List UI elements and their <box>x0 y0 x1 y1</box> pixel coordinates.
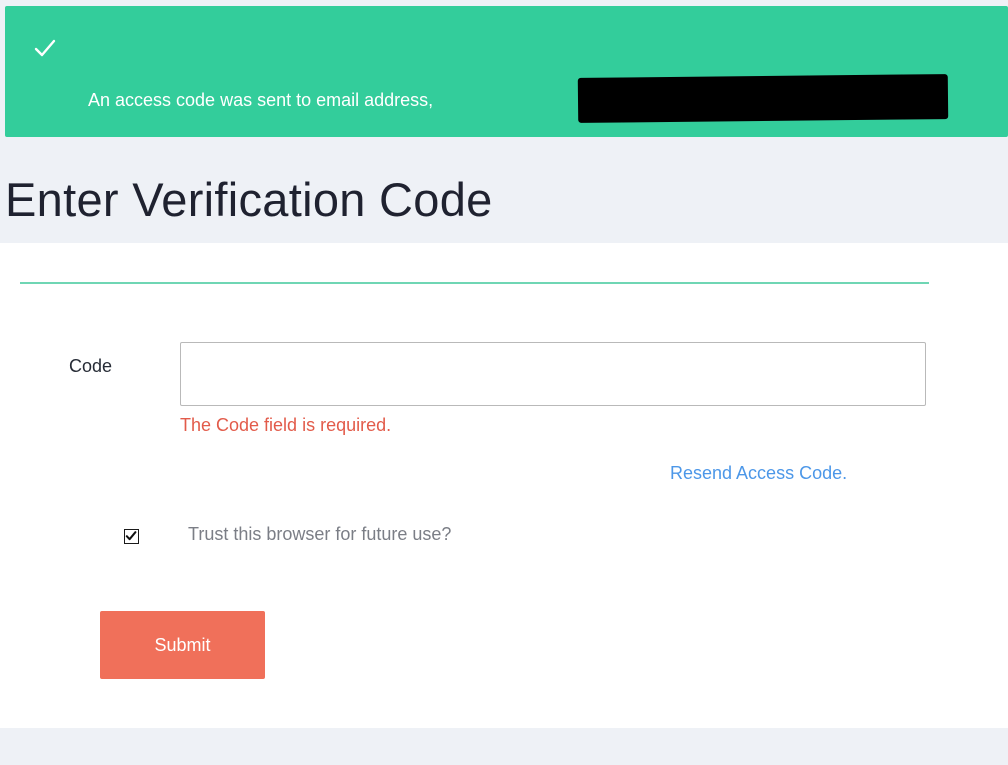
submit-button[interactable]: Submit <box>100 611 265 679</box>
redacted-email <box>577 74 949 123</box>
page-title: Enter Verification Code <box>5 173 493 226</box>
code-input[interactable] <box>180 342 926 406</box>
code-error-message: The Code field is required. <box>180 415 392 435</box>
trust-browser-label: Trust this browser for future use? <box>188 524 452 544</box>
divider <box>20 282 929 284</box>
checkmark-icon <box>33 36 57 60</box>
success-alert: An access code was sent to email address… <box>5 6 1008 137</box>
alert-message: An access code was sent to email address… <box>88 90 434 110</box>
resend-access-code-link[interactable]: Resend Access Code. <box>670 463 847 484</box>
trust-browser-checkbox[interactable] <box>124 529 139 544</box>
checkbox-check-icon <box>125 531 137 541</box>
verification-form: Code The Code field is required. Resend … <box>0 243 1008 728</box>
code-label: Code <box>69 356 113 376</box>
